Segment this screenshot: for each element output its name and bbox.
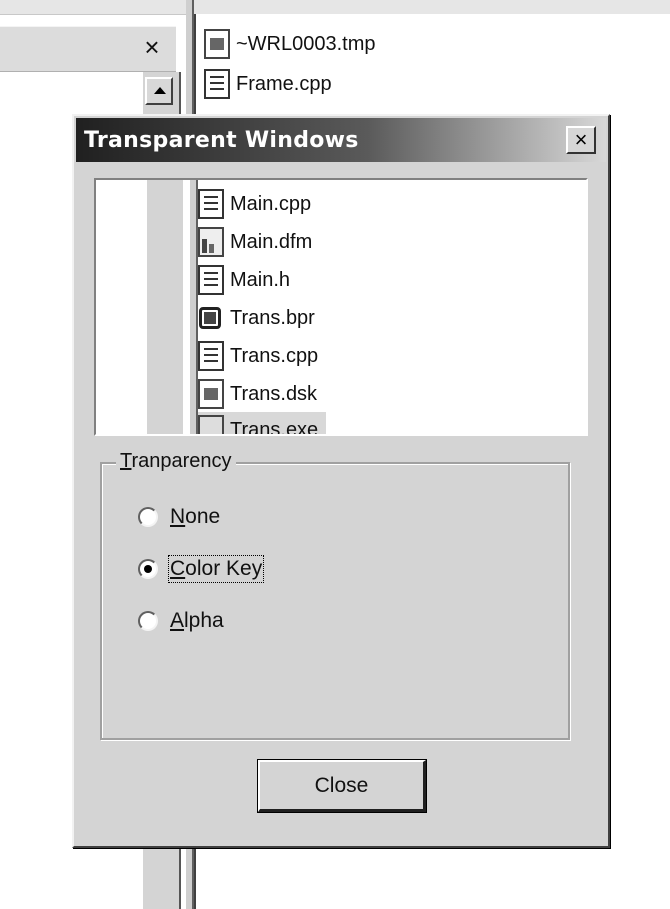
close-icon[interactable]: × bbox=[566, 126, 596, 154]
list-item[interactable]: ~WRL0003.tmp bbox=[204, 26, 376, 62]
document-icon bbox=[204, 69, 230, 99]
radio-color-key[interactable]: Color Key bbox=[138, 552, 265, 586]
list-item: Trans.exe bbox=[198, 412, 327, 436]
groupbox-label: Tranparency bbox=[116, 450, 236, 473]
preview-splitter bbox=[190, 180, 198, 434]
list-item: Trans.bpr bbox=[198, 300, 315, 336]
image-file-icon bbox=[198, 379, 224, 409]
scroll-up-button[interactable] bbox=[145, 77, 173, 105]
preview-area: Main.cpp Main.dfm Main.h Trans.bpr Trans… bbox=[94, 178, 588, 436]
file-name: Trans.bpr bbox=[230, 306, 315, 329]
file-name: Main.cpp bbox=[230, 192, 312, 215]
dialog-title: Transparent Windows bbox=[84, 127, 359, 153]
list-item: Main.h bbox=[198, 262, 290, 298]
top-strip bbox=[0, 0, 670, 15]
document-icon bbox=[198, 341, 224, 371]
radio-button[interactable] bbox=[138, 507, 158, 527]
file-name: Trans.exe bbox=[230, 418, 319, 436]
list-item: Main.dfm bbox=[198, 224, 312, 260]
radio-label-alpha[interactable]: Alpha bbox=[170, 609, 224, 633]
preview-file-list: Main.cpp Main.dfm Main.h Trans.bpr Trans… bbox=[198, 180, 586, 434]
radio-label-color-key[interactable]: Color Key bbox=[167, 555, 265, 583]
panel-close-icon[interactable]: × bbox=[138, 32, 166, 62]
file-name: Trans.dsk bbox=[230, 382, 318, 405]
transparent-windows-dialog: Transparent Windows × Main.cpp Main.dfm … bbox=[72, 114, 610, 848]
radio-button[interactable] bbox=[138, 611, 158, 631]
up-arrow-icon bbox=[154, 87, 166, 94]
title-bar[interactable]: Transparent Windows × bbox=[76, 118, 606, 162]
file-name: Trans.cpp bbox=[230, 344, 319, 367]
project-icon bbox=[198, 303, 224, 333]
file-name: ~WRL0003.tmp bbox=[236, 32, 376, 55]
image-file-icon bbox=[204, 29, 230, 59]
radio-button-checked[interactable] bbox=[138, 559, 158, 579]
list-item: Trans.dsk bbox=[198, 376, 317, 412]
radio-none[interactable]: None bbox=[138, 500, 220, 534]
radio-alpha[interactable]: Alpha bbox=[138, 604, 224, 638]
document-icon bbox=[198, 189, 224, 219]
transparency-groupbox: Tranparency None Color Key Alpha bbox=[100, 450, 570, 740]
radio-label-none[interactable]: None bbox=[170, 505, 220, 529]
close-button[interactable]: Close bbox=[257, 759, 427, 813]
preview-scrollbar bbox=[146, 180, 183, 434]
document-icon bbox=[198, 265, 224, 295]
form-file-icon bbox=[198, 227, 224, 257]
list-item: Main.cpp bbox=[198, 186, 311, 222]
file-name: Main.dfm bbox=[230, 230, 313, 253]
file-name: Frame.cpp bbox=[236, 72, 332, 95]
executable-icon bbox=[198, 415, 224, 434]
list-item: Trans.cpp bbox=[198, 338, 318, 374]
list-item[interactable]: Frame.cpp bbox=[204, 66, 332, 102]
file-name: Main.h bbox=[230, 268, 291, 291]
